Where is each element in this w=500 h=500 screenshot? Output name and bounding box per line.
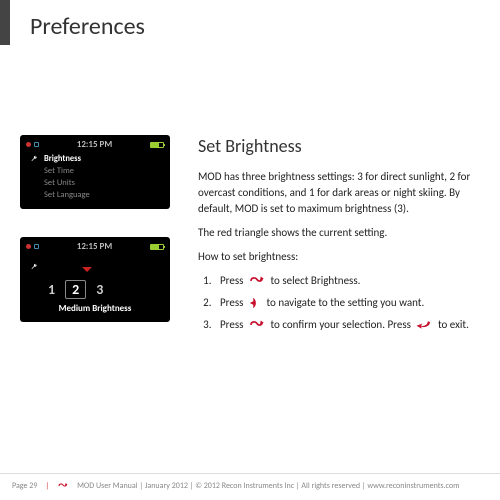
page-title: Preferences xyxy=(30,12,500,41)
paragraph: The red triangle shows the current setti… xyxy=(198,225,480,241)
paragraph: MOD has three brightness settings: 3 for… xyxy=(198,169,480,217)
page-footer: Page 29 | MOD User Manual | January 2012… xyxy=(0,473,500,492)
battery-icon xyxy=(150,142,164,148)
status-recon-icon xyxy=(26,142,31,147)
step-text: to confirm your selection. Press xyxy=(270,318,410,331)
menu-label: Set Language xyxy=(44,190,90,200)
settings-menu-list: Brightness Set Time Set Units Set Langua… xyxy=(26,153,164,201)
page-number: Page 29 xyxy=(12,481,37,491)
step-text: Press xyxy=(220,296,243,309)
brightness-option-3: 3 xyxy=(92,281,107,298)
instruction-step: Press to confirm your selection. Press t… xyxy=(214,317,480,333)
status-bar: 12:15 PM xyxy=(26,241,164,252)
select-swirl-icon xyxy=(248,275,266,287)
triangle-indicator-icon xyxy=(82,267,92,272)
brightness-option-2: 2 xyxy=(65,280,86,299)
status-bar: 12:15 PM xyxy=(26,139,164,150)
brightness-panel: 1 2 3 Medium Brightness xyxy=(26,255,164,314)
status-gps-icon xyxy=(34,142,39,147)
recon-logo-icon xyxy=(57,480,69,492)
menu-label: Set Units xyxy=(44,178,75,188)
content-area: 12:15 PM Brightness Set Time Set Units S… xyxy=(0,45,500,350)
instruction-step: Press to select Brightness. xyxy=(214,273,480,289)
device-screenshot-brightness: 12:15 PM 1 2 3 Medium Brightness xyxy=(20,237,170,322)
menu-label: Brightness xyxy=(44,154,81,164)
wrench-icon xyxy=(30,155,38,163)
select-swirl-icon xyxy=(248,319,266,331)
step-text: Press xyxy=(220,274,243,287)
status-recon-icon xyxy=(26,244,31,249)
menu-item-set-language: Set Language xyxy=(30,189,164,201)
step-text: to select Brightness. xyxy=(270,274,360,287)
brightness-option-1: 1 xyxy=(44,281,59,298)
footer-separator: | xyxy=(45,481,49,491)
navigate-arrow-icon xyxy=(248,296,262,310)
screenshots-column: 12:15 PM Brightness Set Time Set Units S… xyxy=(20,135,170,350)
section-title: Set Brightness xyxy=(198,135,480,157)
text-column: Set Brightness MOD has three brightness … xyxy=(198,135,480,350)
menu-item-set-time: Set Time xyxy=(30,165,164,177)
step-text: to exit. xyxy=(438,318,469,331)
brightness-level-label: Medium Brightness xyxy=(30,303,160,314)
wrench-icon xyxy=(30,263,38,271)
status-clock: 12:15 PM xyxy=(42,241,147,252)
step-text: to navigate to the setting you want. xyxy=(266,296,424,309)
menu-item-brightness: Brightness xyxy=(30,153,164,165)
status-gps-icon xyxy=(34,244,39,249)
back-arrow-icon xyxy=(415,319,433,331)
status-clock: 12:15 PM xyxy=(42,139,147,150)
footer-text: MOD User Manual | January 2012 | © 2012 … xyxy=(77,481,459,491)
brightness-numbers: 1 2 3 xyxy=(44,280,160,299)
page-header: Preferences xyxy=(0,0,500,45)
paragraph: How to set brightness: xyxy=(198,249,480,265)
instruction-list: Press to select Brightness. Press to nav… xyxy=(214,273,480,333)
menu-label: Set Time xyxy=(44,166,74,176)
step-text: Press xyxy=(220,318,243,331)
menu-item-set-units: Set Units xyxy=(30,177,164,189)
device-screenshot-settings-menu: 12:15 PM Brightness Set Time Set Units S… xyxy=(20,135,170,209)
battery-icon xyxy=(150,244,164,250)
instruction-step: Press to navigate to the setting you wan… xyxy=(214,295,480,311)
